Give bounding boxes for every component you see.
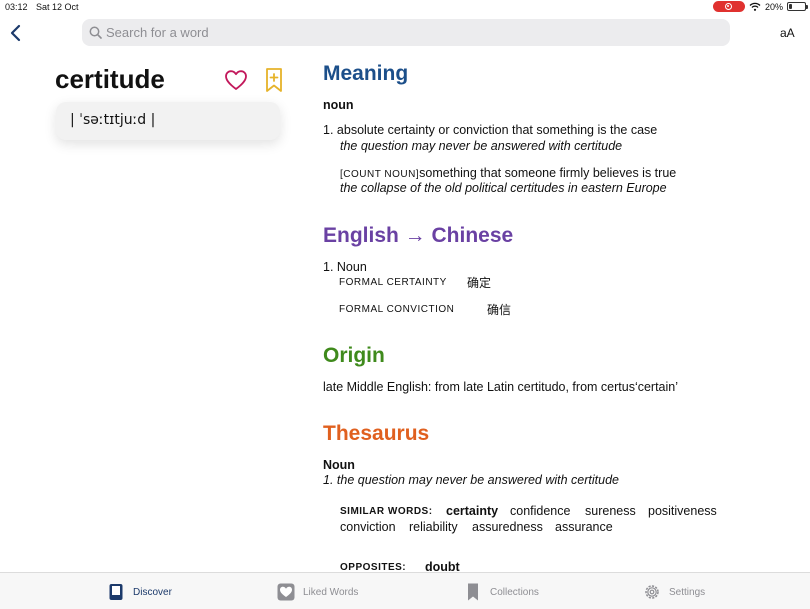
similar-word[interactable]: positiveness xyxy=(648,504,717,518)
battery-percent: 20% xyxy=(764,1,783,12)
similar-word[interactable]: confidence xyxy=(510,504,570,518)
sense-2-label: [COUNT NOUN] xyxy=(340,169,420,180)
translation-value-1: 确定 xyxy=(467,276,492,290)
heart-icon[interactable] xyxy=(224,69,248,91)
sense-1-text: absolute certainty or conviction that so… xyxy=(336,123,658,137)
sense-1-definition: 1. absolute certainty or conviction that… xyxy=(323,123,657,137)
tab-liked-words[interactable]: Liked Words xyxy=(277,583,358,601)
tab-discover-label: Discover xyxy=(133,586,172,598)
battery-fill xyxy=(789,4,792,9)
add-bookmark-icon[interactable] xyxy=(265,67,283,93)
similar-word[interactable]: certainty xyxy=(446,504,498,518)
sense-2-example: the collapse of the old political certit… xyxy=(340,181,667,195)
status-right: 20% xyxy=(712,1,808,12)
tab-liked-words-label: Liked Words xyxy=(303,586,359,598)
heart-icon xyxy=(277,583,295,601)
origin-text: late Middle English: from late Latin cer… xyxy=(323,380,679,394)
status-date: Sat 12 Oct xyxy=(36,2,79,12)
meaning-heading: Meaning xyxy=(323,62,409,85)
tab-discover[interactable]: Discover xyxy=(107,583,172,601)
translation-value-2: 确信 xyxy=(487,303,512,317)
pronunciation-text: | ˈsəːtɪtjuːd | xyxy=(70,112,156,128)
origin-heading: Origin xyxy=(323,344,385,367)
wifi-icon xyxy=(749,2,761,11)
tab-settings[interactable]: Settings xyxy=(643,583,705,601)
search-input[interactable] xyxy=(106,25,706,40)
status-time: 03:12 xyxy=(5,2,28,12)
screen-recording-icon[interactable] xyxy=(712,1,745,12)
similar-word[interactable]: sureness xyxy=(585,504,636,518)
similar-word[interactable]: assurance xyxy=(555,520,613,534)
search-icon xyxy=(89,26,102,39)
gear-icon xyxy=(645,585,659,599)
sense-1-number: 1. xyxy=(323,123,334,137)
thesaurus-heading: Thesaurus xyxy=(323,422,430,445)
status-bar: 03:12 Sat 12 Oct 20% xyxy=(0,0,810,14)
headword: certitude xyxy=(55,64,165,94)
similar-words-label: SIMILAR WORDS: xyxy=(340,506,433,517)
thesaurus-example: 1. the question may never be answered wi… xyxy=(323,473,620,487)
tab-bar: Discover Liked Words Collections Setting… xyxy=(0,572,810,609)
tab-settings-label: Settings xyxy=(669,586,706,598)
search-bar[interactable] xyxy=(82,19,730,46)
sense-2-definition: [COUNT NOUN]something that someone firml… xyxy=(340,166,676,180)
bookmark-icon xyxy=(468,583,478,601)
translation-label-1: FORMAL CERTAINTY xyxy=(339,277,447,288)
pronunciation-card[interactable]: | ˈsəːtɪtjuːd | xyxy=(56,102,280,140)
tab-collections[interactable]: Collections xyxy=(464,583,539,601)
sense-2-text: something that someone firmly believes i… xyxy=(419,166,677,180)
similar-word[interactable]: reliability xyxy=(409,520,458,534)
text-size-button[interactable]: aA xyxy=(780,26,795,40)
translation-pos: 1. Noun xyxy=(323,260,367,274)
translation-heading: English → Chinese xyxy=(323,224,514,247)
tab-collections-label: Collections xyxy=(490,586,539,598)
meaning-pos: noun xyxy=(323,98,354,112)
back-chevron-icon[interactable] xyxy=(6,22,26,44)
similar-word[interactable]: conviction xyxy=(340,520,396,534)
similar-word[interactable]: assuredness xyxy=(472,520,543,534)
translation-label-2: FORMAL CONVICTION xyxy=(339,304,455,315)
book-icon xyxy=(109,584,123,600)
thesaurus-pos: Noun xyxy=(323,458,355,472)
battery-icon xyxy=(787,2,808,11)
sense-1-example: the question may never be answered with … xyxy=(340,139,623,153)
